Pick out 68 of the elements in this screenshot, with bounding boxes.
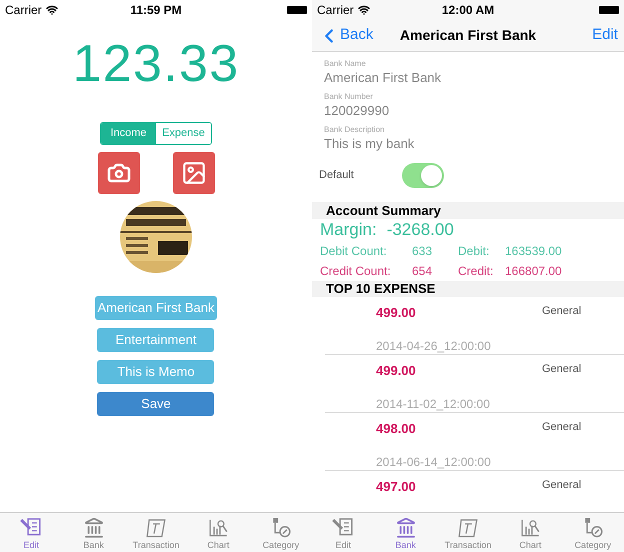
tab-item[interactable]: Category [250,513,312,552]
field-value: American First Bank [324,70,442,85]
credit-count-label: Credit Count: [320,263,392,280]
expense-category: General [542,478,582,493]
margin-value: -3268.00 [386,219,454,241]
tab-item[interactable]: Transaction [436,513,500,552]
amount-display: 123.33 [72,34,240,94]
segment-button[interactable]: Income [101,123,156,144]
expense-amount: 497.00 [376,478,416,496]
gallery-button[interactable] [172,152,214,194]
chart-icon [207,517,230,538]
clock: 12:00 AM [442,2,494,19]
tab-item[interactable]: Bank [374,513,437,552]
wifi-icon [46,4,58,16]
expense-amount: 499.00 [376,362,416,380]
expense-category: General [542,362,582,377]
field-label: Bank Name [324,58,367,70]
edit-button[interactable]: Edit [548,24,618,47]
section-header: TOP 10 EXPENSE [312,281,624,297]
expense-date: 2014-11-02_12:00:00 [376,396,491,412]
debit-value: 163539.00 [505,243,562,260]
tab-item[interactable]: Edit [312,513,374,552]
tab-item[interactable]: Transaction [124,513,188,552]
debit-count-value: 633 [412,243,434,260]
carrier-label: Carrier [317,2,354,19]
camera-button[interactable] [98,152,140,194]
bank-icon [394,517,417,538]
credit-value: 166807.00 [505,263,562,280]
expense-date: 2014-04-26_12:00:00 [376,338,492,354]
battery-icon [287,6,307,14]
nav-title: American First Bank [400,26,536,45]
expense-amount: 498.00 [376,420,416,438]
margin-label: Margin: [320,219,377,241]
selection-button[interactable]: This is Memo [97,360,214,384]
battery-icon [599,6,619,14]
section-header: Account Summary [312,202,624,219]
wifi-icon [358,4,370,16]
image-icon [180,160,206,186]
field-label: Bank Description [324,124,386,136]
receipt-icon [145,517,168,538]
expense-amount: 499.00 [376,304,416,322]
credit-label: Credit: [458,263,494,280]
credit-count-value: 654 [412,263,434,280]
tab-item[interactable]: Chart [187,513,250,552]
field-value: 120029990 [324,103,390,118]
bank-icon [82,517,105,538]
default-label: Default [319,168,355,184]
save-button[interactable]: Save [97,392,214,416]
selection-button[interactable]: American First Bank [95,296,217,320]
back-button[interactable]: Back [318,24,388,47]
expense-date: 2014-06-14_12:00:00 [376,454,492,470]
expense-category: General [542,304,582,319]
selection-button[interactable]: Entertainment [97,328,214,352]
tab-item[interactable]: Bank [62,513,125,552]
expense-category: General [542,420,582,435]
tab-item[interactable]: Edit [0,513,62,552]
carrier-label: Carrier [5,2,42,19]
debit-count-label: Debit Count: [320,243,388,260]
field-label: Bank Number [324,91,374,103]
field-value: This is my bank [324,136,416,151]
receipt-icon [457,517,480,538]
default-switch[interactable] [402,163,444,188]
tab-item[interactable]: Chart [499,513,562,552]
chart-icon [519,517,542,538]
tab-item[interactable]: Category [562,513,624,552]
debit-label: Debit: [458,243,490,260]
camera-icon [106,161,130,185]
clock: 11:59 PM [130,2,182,19]
